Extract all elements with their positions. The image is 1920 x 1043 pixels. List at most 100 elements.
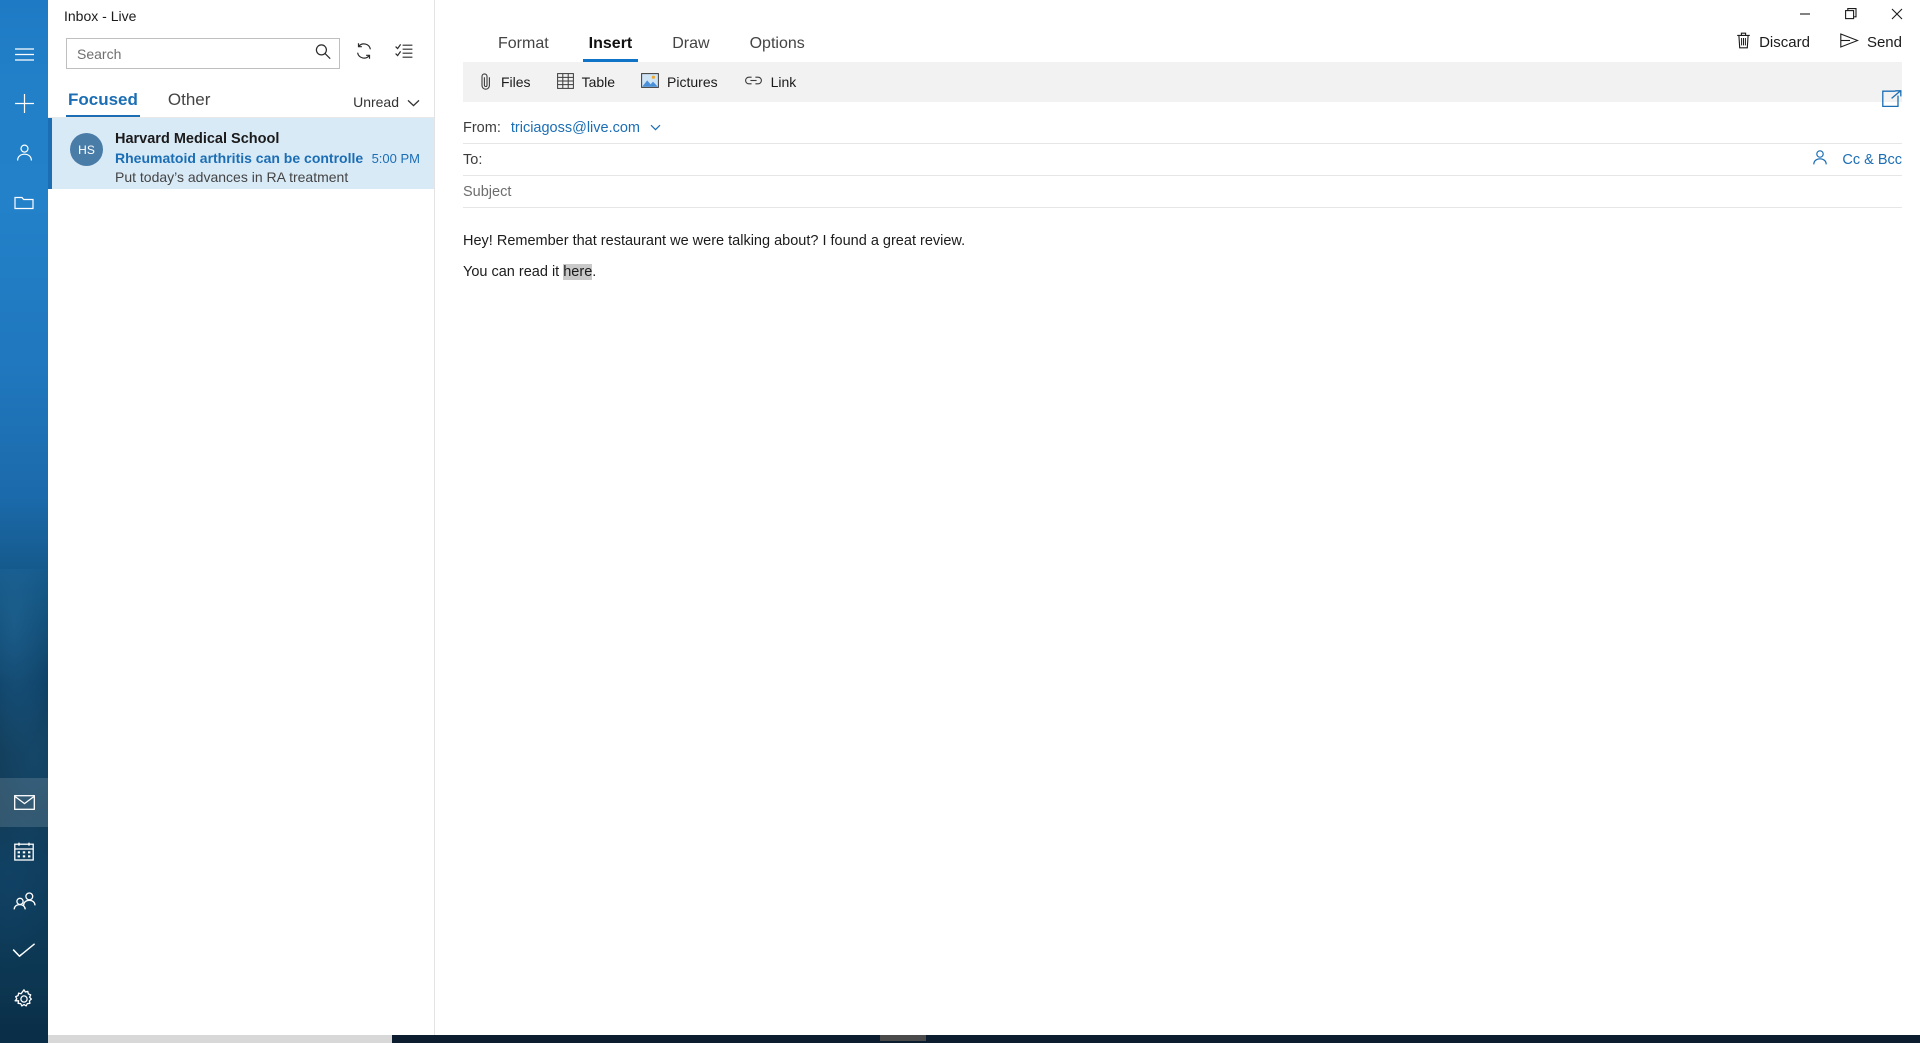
taskbar-strip (392, 1035, 1920, 1043)
calendar-icon (14, 842, 34, 861)
list-item-subject: Rheumatoid arthritis can be controlle (115, 150, 364, 166)
hamburger-menu-button[interactable] (0, 30, 48, 79)
maximize-icon (1845, 7, 1857, 25)
gear-icon (14, 988, 34, 1009)
tab-insert-label: Insert (588, 35, 633, 52)
folders-button[interactable] (0, 177, 48, 226)
list-item-subject-row: Rheumatoid arthritis can be controlle 5:… (115, 149, 420, 168)
list-item[interactable]: HS Harvard Medical School Rheumatoid art… (48, 118, 434, 189)
send-icon (1840, 33, 1860, 52)
compose-actions: Discard Send (1736, 32, 1902, 53)
subject-field[interactable]: Subject (463, 176, 1902, 208)
link-icon (744, 74, 763, 90)
insert-table-label: Table (581, 74, 616, 90)
close-button[interactable] (1874, 0, 1920, 31)
insert-ribbon-bar: Files Table Pictures Link (463, 62, 1902, 102)
tab-insert[interactable]: Insert (582, 35, 638, 62)
list-item-time: 5:00 PM (371, 151, 420, 166)
select-mode-button[interactable] (388, 38, 420, 70)
unread-filter-button[interactable]: Unread (353, 94, 420, 117)
taskbar-item[interactable] (880, 1035, 926, 1041)
popout-button[interactable] (1882, 90, 1902, 113)
paperclip-icon (479, 72, 493, 93)
chevron-down-icon (407, 94, 420, 110)
popout-icon (1882, 90, 1902, 112)
outlook-mail-window: Inbox - Live Search Focused Other Unread… (0, 0, 1920, 1043)
body-text-after-link: . (592, 264, 597, 280)
address-book-icon[interactable] (1812, 149, 1828, 170)
to-field-right: Cc & Bcc (1812, 149, 1902, 170)
tab-other[interactable]: Other (166, 90, 213, 117)
cc-bcc-button[interactable]: Cc & Bcc (1842, 152, 1902, 168)
selected-text[interactable]: here (563, 264, 593, 280)
taskbar-left-accent (0, 1035, 48, 1043)
insert-files-button[interactable]: Files (479, 72, 531, 93)
avatar-initials: HS (78, 142, 95, 157)
compose-pane: Format Insert Draw Options Discard Send … (435, 0, 1920, 1035)
close-icon (1891, 7, 1903, 25)
insert-pictures-label: Pictures (667, 74, 718, 90)
checkmark-icon (12, 942, 36, 958)
compose-header-fields: From: triciagoss@live.com To: Cc & Bcc S… (435, 90, 1920, 208)
calendar-module-button[interactable] (0, 827, 48, 876)
from-value[interactable]: triciagoss@live.com (511, 120, 640, 136)
people-module-button[interactable] (0, 876, 48, 925)
message-body-editor[interactable]: Hey! Remember that restaurant we were ta… (435, 208, 1920, 1035)
checklist-icon (395, 43, 413, 64)
maximize-button[interactable] (1828, 0, 1874, 31)
tab-focused-label: Focused (68, 90, 138, 109)
search-row (48, 31, 434, 76)
search-input[interactable] (67, 39, 339, 68)
trash-icon (1736, 32, 1751, 53)
insert-link-button[interactable]: Link (744, 74, 796, 90)
from-label: From: (463, 119, 501, 136)
message-list-pane: Inbox - Live Search Focused Other Unread… (48, 0, 435, 1035)
compose-ribbon-tabs: Format Insert Draw Options Discard Send (435, 0, 1920, 62)
tab-options[interactable]: Options (747, 35, 808, 62)
minimize-icon (1799, 7, 1811, 25)
person-icon (15, 143, 34, 162)
plus-icon (14, 94, 34, 113)
from-field[interactable]: From: triciagoss@live.com (463, 112, 1902, 144)
picture-icon (641, 73, 659, 91)
folder-icon (14, 194, 34, 210)
list-item-sender: Harvard Medical School (115, 131, 280, 147)
refresh-icon (355, 42, 373, 65)
tab-draw-label: Draw (672, 35, 710, 52)
table-icon (556, 72, 574, 92)
chevron-down-icon[interactable] (650, 124, 661, 131)
tasks-module-button[interactable] (0, 925, 48, 974)
minimize-button[interactable] (1782, 0, 1828, 31)
settings-button[interactable] (0, 974, 48, 1023)
tab-format[interactable]: Format (495, 35, 552, 62)
send-button[interactable]: Send (1840, 33, 1902, 52)
tab-other-label: Other (167, 90, 211, 109)
taskbar-left-strip (48, 1035, 392, 1043)
insert-table-button[interactable]: Table (556, 72, 616, 92)
mail-module-button[interactable] (0, 778, 48, 827)
insert-pictures-button[interactable]: Pictures (641, 73, 718, 91)
body-paragraph-1: Hey! Remember that restaurant we were ta… (463, 233, 966, 249)
focused-other-filter-row: Focused Other Unread (48, 76, 434, 118)
rail-top-group (0, 0, 48, 226)
tab-focused[interactable]: Focused (66, 90, 140, 117)
list-item-content: Harvard Medical School Rheumatoid arthri… (115, 130, 420, 185)
discard-label: Discard (1759, 34, 1810, 51)
window-title-bar: Inbox - Live (48, 0, 434, 31)
new-mail-button[interactable] (0, 79, 48, 128)
insert-files-label: Files (501, 74, 531, 90)
sync-button[interactable] (348, 38, 380, 70)
window-bottom-edge (0, 1035, 1920, 1043)
to-field[interactable]: To: Cc & Bcc (463, 144, 1902, 176)
search-icon[interactable] (315, 43, 331, 64)
body-paragraph-2: You can read it here. (463, 261, 1892, 283)
search-box[interactable] (66, 38, 340, 69)
body-text-before-link: You can read it (463, 264, 564, 280)
discard-button[interactable]: Discard (1736, 32, 1810, 53)
rail-bottom-group (0, 778, 48, 1035)
hamburger-icon (14, 48, 34, 61)
tab-options-label: Options (749, 35, 805, 52)
tab-format-label: Format (498, 35, 549, 52)
people-shortcut-button[interactable] (0, 128, 48, 177)
tab-draw[interactable]: Draw (669, 35, 712, 62)
